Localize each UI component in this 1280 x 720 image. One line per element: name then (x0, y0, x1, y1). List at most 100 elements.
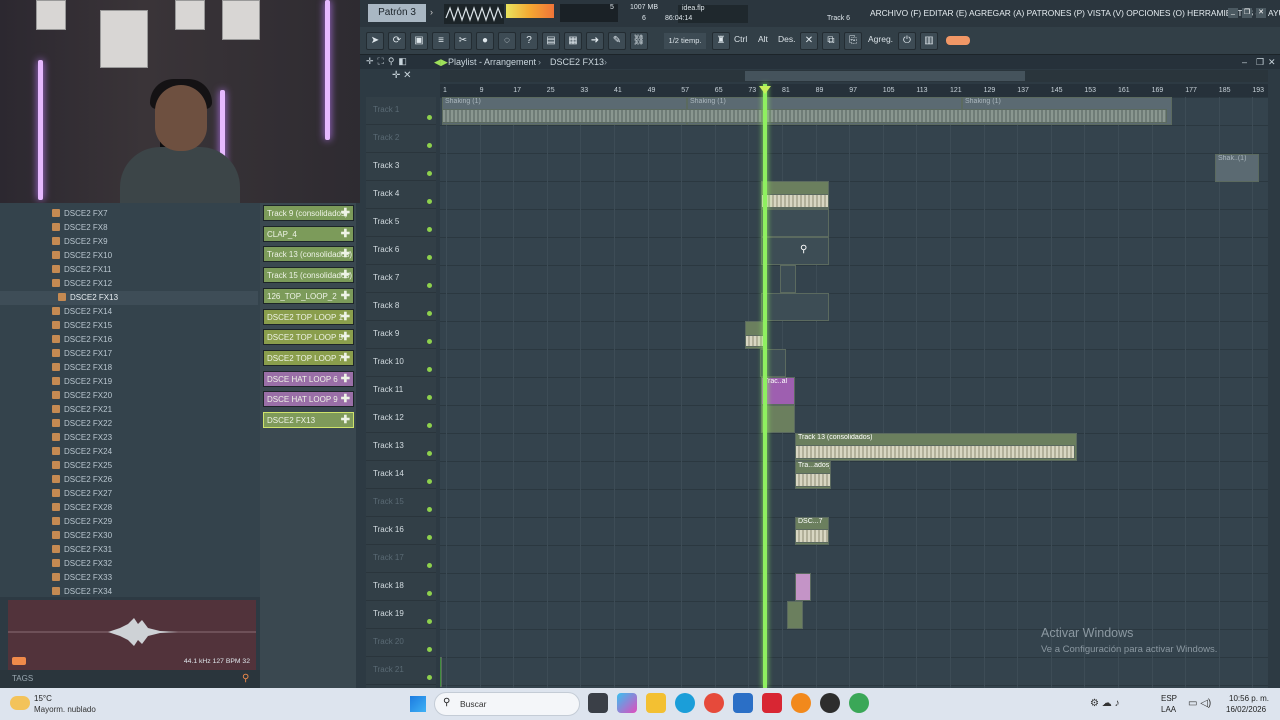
main-menu[interactable]: ARCHIVO (F) EDITAR (E) AGREGAR (A) PATRO… (870, 8, 1280, 18)
playlist-grid[interactable]: Shaking (1) Shaking (1) Shaking (1) Shak..(… (440, 97, 1268, 688)
track-header[interactable]: Track 8 (366, 293, 436, 321)
track-led[interactable] (427, 619, 432, 624)
browser-item[interactable]: DSCE2 FX28 (0, 501, 258, 515)
store-icon[interactable] (733, 693, 753, 713)
pattern-clip[interactable] (745, 335, 765, 347)
pattern-clip[interactable] (795, 445, 1075, 459)
track-header[interactable]: Track 11 (366, 377, 436, 405)
pattern-clip[interactable] (795, 529, 829, 543)
pl-min-icon[interactable]: – (1242, 55, 1247, 69)
pattern-clip[interactable] (780, 265, 796, 293)
channel-add-icon[interactable]: ✚ (341, 268, 350, 282)
pattern-clip[interactable] (761, 194, 829, 208)
track-led[interactable] (427, 115, 432, 120)
channel-button[interactable]: 126_TOP_LOOP_2 ✚ (263, 287, 354, 304)
plugin-icon[interactable]: ⏻ (898, 32, 916, 50)
arrow-tool-icon[interactable]: ➤ (366, 32, 384, 50)
pattern-clip[interactable] (440, 657, 442, 687)
channel-add-icon[interactable]: ✚ (341, 289, 350, 303)
track-header[interactable]: Track 7 (366, 265, 436, 293)
browser-item[interactable]: DSCE2 FX18 (0, 361, 258, 375)
pattern-clip[interactable] (795, 473, 831, 487)
des-button[interactable]: Des. (778, 34, 795, 44)
ctrl-button[interactable]: Ctrl (734, 34, 747, 44)
track-header[interactable]: Track 1 (366, 97, 436, 125)
browser-item[interactable]: DSCE2 FX26 (0, 473, 258, 487)
slider-pill[interactable] (946, 36, 970, 45)
mixer-icon[interactable]: ≡ (432, 32, 450, 50)
pattern-selector[interactable]: Patrón 3 (368, 4, 426, 22)
channel-button[interactable]: Track 15 (consolidados) ✚ (263, 267, 354, 284)
track-led[interactable] (427, 591, 432, 596)
track-led[interactable] (427, 563, 432, 568)
tags-bar[interactable]: TAGS ⚲ (0, 670, 260, 688)
channel-button[interactable]: CLAP_4 ✚ (263, 225, 354, 242)
browser-item[interactable]: DSCE2 FX22 (0, 417, 258, 431)
copilot-icon[interactable] (617, 693, 637, 713)
pattern-clip[interactable] (795, 573, 811, 601)
channel-add-icon[interactable]: ✚ (341, 351, 350, 365)
restore-icon[interactable]: ❐ (1242, 8, 1252, 18)
browser-item[interactable]: DSCE2 FX20 (0, 389, 258, 403)
track-led[interactable] (427, 143, 432, 148)
track-header[interactable]: Track 4 (366, 181, 436, 209)
sample-preview[interactable]: 44.1 kHz 127 BPM 32 (8, 600, 256, 670)
tag-search-icon[interactable]: ⚲ (242, 673, 249, 684)
browser-item[interactable]: DSCE2 FX7 (0, 207, 258, 221)
browser-item[interactable]: DSCE2 FX9 (0, 235, 258, 249)
browser-item[interactable]: DSCE2 FX15 (0, 319, 258, 333)
track-header[interactable]: Track 14 (366, 461, 436, 489)
pattern-arrow-icon[interactable]: › (430, 7, 433, 17)
track-led[interactable] (427, 171, 432, 176)
playhead[interactable] (763, 84, 767, 688)
channel-add-icon[interactable]: ✚ (341, 392, 350, 406)
alt-button[interactable]: Alt (758, 34, 768, 44)
browser-item[interactable]: DSCE2 FX13 (0, 291, 258, 305)
pattern-clip[interactable] (761, 209, 829, 237)
save-icon[interactable]: ▣ (410, 32, 428, 50)
track-header[interactable]: Track 19 (366, 601, 436, 629)
channel-add-icon[interactable]: ✚ (341, 330, 350, 344)
search-box[interactable] (434, 692, 580, 716)
track-led[interactable] (427, 395, 432, 400)
track-led[interactable] (427, 339, 432, 344)
channel-button[interactable]: DSCE2 FX13 ✚ (263, 412, 354, 428)
link-icon[interactable]: ⛓ (630, 32, 648, 50)
track-led[interactable] (427, 199, 432, 204)
forward-icon[interactable]: ➜ (586, 32, 604, 50)
cut-icon[interactable]: ✂ (454, 32, 472, 50)
pattern-clip[interactable]: Shak..(1) (1215, 154, 1259, 182)
channel-add-icon[interactable]: ✚ (341, 227, 350, 241)
flstudio-icon[interactable] (791, 693, 811, 713)
track-header[interactable]: Track 13 (366, 433, 436, 461)
pattern-clip[interactable] (442, 109, 1167, 123)
browser-item[interactable]: DSCE2 FX8 (0, 221, 258, 235)
track-header[interactable]: Track 5 (366, 209, 436, 237)
channel-add-icon[interactable]: ✚ (341, 372, 350, 386)
track-header[interactable]: Track 9 (366, 321, 436, 349)
browser-item[interactable]: DSCE2 FX16 (0, 333, 258, 347)
close-icon[interactable]: ✕ (1256, 8, 1266, 18)
channel-button[interactable]: DSCE2 TOP LOOP 7 ✚ (263, 349, 354, 366)
channel-button[interactable]: DSCE HAT LOOP 6 ✚ (263, 370, 354, 387)
track-led[interactable] (427, 675, 432, 680)
track-header[interactable]: Track 18 (366, 573, 436, 601)
playhead-marker[interactable] (759, 86, 771, 94)
chrome2-icon[interactable] (849, 693, 869, 713)
channel-button[interactable]: Track 13 (consolidados) ✚ (263, 246, 354, 263)
browser-item[interactable]: DSCE2 FX34 (0, 585, 258, 599)
pattern-clip[interactable] (761, 237, 829, 265)
chat-icon[interactable]: ◌ (498, 32, 516, 50)
weather-icon[interactable] (10, 696, 30, 710)
minimize-icon[interactable]: _ (1228, 8, 1238, 18)
copy-icon[interactable]: ⧉ (822, 32, 840, 50)
zoom-tools[interactable]: ✛ ✕ (392, 70, 438, 94)
track-header[interactable]: Track 15 (366, 489, 436, 517)
app-red-icon[interactable] (762, 693, 782, 713)
help-icon[interactable]: ? (520, 32, 538, 50)
tray-icons[interactable]: ⚙ ☁ ♪ (1090, 698, 1150, 710)
snap-selector[interactable]: 1/2 tiemp. (664, 33, 706, 49)
overview-thumb[interactable] (745, 71, 1025, 81)
lang-1[interactable]: ESP (1161, 694, 1177, 703)
track-header[interactable]: Track 21 (366, 657, 436, 685)
